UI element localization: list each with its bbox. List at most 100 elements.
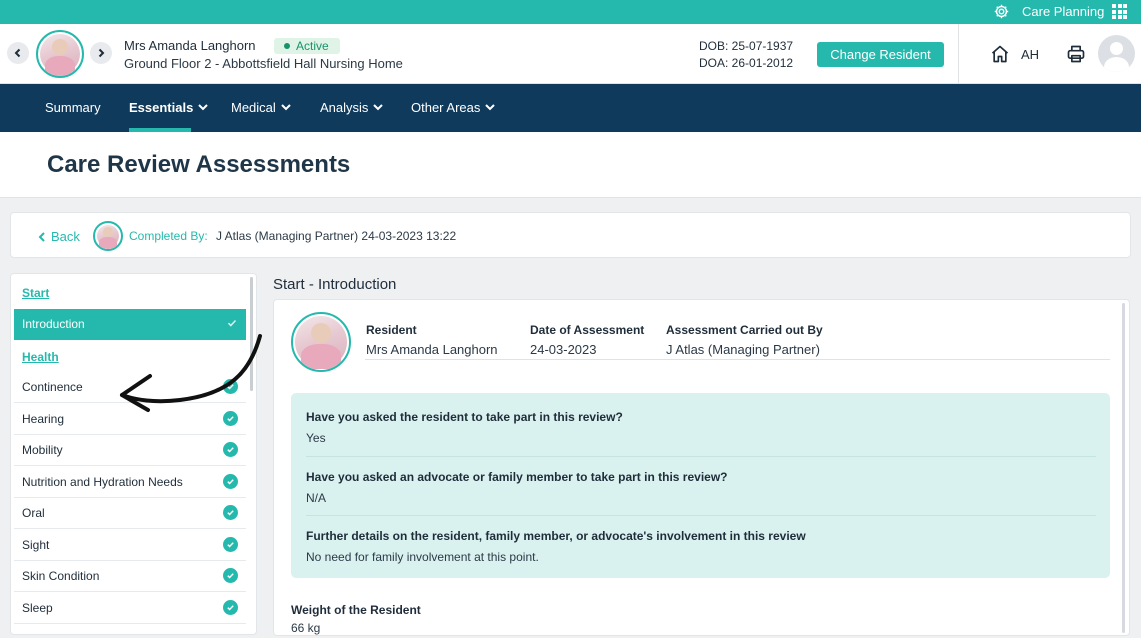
- section-item-oral[interactable]: Oral: [14, 498, 246, 529]
- next-resident-button[interactable]: [90, 42, 112, 64]
- answer-text: No need for family involvement at this p…: [306, 550, 539, 564]
- nav-other-areas-label: Other Areas: [411, 100, 481, 115]
- section-item-label: Introduction: [22, 317, 85, 331]
- main-nav: Summary Essentials Medical Analysis Othe…: [0, 84, 1141, 132]
- apps-grid-icon[interactable]: [1112, 4, 1127, 19]
- date-of-admission: DOA: 26-01-2012: [699, 56, 794, 70]
- check-circle-icon: [223, 442, 238, 457]
- section-heading-health[interactable]: Health: [22, 350, 59, 364]
- question-block: Further details on the resident, family …: [306, 529, 1096, 564]
- section-item-mobility[interactable]: Mobility: [14, 435, 246, 466]
- nav-summary[interactable]: Summary: [45, 100, 101, 115]
- header-divider: [958, 24, 959, 84]
- section-heading-start[interactable]: Start: [22, 286, 49, 300]
- info-label: Assessment Carried out By: [666, 323, 823, 337]
- nav-essentials-label: Essentials: [129, 100, 194, 115]
- check-icon: [227, 319, 237, 327]
- nav-medical[interactable]: Medical: [231, 100, 291, 115]
- resident-location: Ground Floor 2 - Abbottsfield Hall Nursi…: [124, 56, 403, 71]
- weight-answer: 66 kg: [291, 621, 321, 635]
- resident-name: Mrs Amanda Langhorn: [124, 38, 256, 53]
- question-block: Have you asked an advocate or family mem…: [306, 470, 1096, 505]
- answer-text: Yes: [306, 431, 326, 445]
- answer-text: N/A: [306, 491, 327, 505]
- divider: [306, 515, 1096, 516]
- back-link[interactable]: Back: [38, 229, 80, 244]
- date-of-birth: DOB: 25-07-1937: [699, 39, 794, 53]
- check-circle-icon: [223, 568, 238, 583]
- content-scrollbar[interactable]: [1122, 303, 1125, 633]
- section-item-label: Hearing: [22, 412, 65, 426]
- resident-header: Mrs Amanda Langhorn Active Ground Floor …: [0, 24, 1141, 84]
- question-text: Have you asked an advocate or family mem…: [306, 470, 728, 484]
- title-band: Care Review Assessments: [0, 132, 1141, 198]
- section-item-label: Nutrition and Hydration Needs: [22, 475, 183, 489]
- section-item-label: Continence: [22, 380, 83, 394]
- annotation-arrow: [120, 334, 262, 412]
- section-item-nutrition[interactable]: Nutrition and Hydration Needs: [14, 467, 246, 498]
- divider: [365, 359, 1110, 360]
- completed-by-value: J Atlas (Managing Partner) 24-03-2023 13…: [216, 229, 457, 243]
- resident-avatar: [36, 30, 84, 78]
- nav-summary-label: Summary: [45, 100, 101, 115]
- info-label: Date of Assessment: [530, 323, 645, 337]
- status-badge: Active: [274, 38, 340, 54]
- check-circle-icon: [223, 505, 238, 520]
- check-circle-icon: [223, 474, 238, 489]
- user-avatar[interactable]: [1098, 35, 1135, 72]
- section-title: Start - Introduction: [273, 276, 397, 293]
- section-item-label: Oral: [22, 506, 45, 520]
- chevron-down-icon: [198, 104, 209, 111]
- nav-analysis[interactable]: Analysis: [320, 100, 384, 115]
- nav-analysis-label: Analysis: [320, 100, 369, 115]
- app-name[interactable]: Care Planning: [1022, 4, 1104, 19]
- nav-other-areas[interactable]: Other Areas: [411, 100, 496, 115]
- check-circle-icon: [223, 600, 238, 615]
- resident-photo: [291, 312, 351, 372]
- section-item-sight[interactable]: Sight: [14, 530, 246, 561]
- chevron-down-icon: [281, 104, 291, 111]
- section-item-label: Mobility: [22, 443, 63, 457]
- home-icon[interactable]: [990, 44, 1010, 64]
- question-text: Further details on the resident, family …: [306, 529, 806, 543]
- top-bar: Care Planning: [0, 0, 1141, 24]
- question-block: Have you asked the resident to take part…: [306, 410, 1096, 445]
- nav-medical-label: Medical: [231, 100, 276, 115]
- status-dot: [284, 43, 290, 49]
- chevron-down-icon: [373, 104, 384, 111]
- completed-by-avatar: [93, 221, 123, 251]
- section-item-label: Sight: [22, 538, 50, 552]
- user-initials[interactable]: AH: [1021, 47, 1039, 62]
- chevron-left-icon: [38, 231, 45, 242]
- info-value: J Atlas (Managing Partner): [666, 342, 820, 357]
- back-label: Back: [51, 229, 80, 244]
- chevron-right-icon: [98, 48, 105, 58]
- review-questions-panel: Have you asked the resident to take part…: [291, 393, 1110, 578]
- section-item-label: Sleep: [22, 601, 53, 615]
- chevron-left-icon: [14, 48, 21, 58]
- section-item-label: Skin Condition: [22, 569, 100, 583]
- info-value: Mrs Amanda Langhorn: [366, 342, 498, 357]
- change-resident-button[interactable]: Change Resident: [817, 42, 944, 67]
- section-list: Start Introduction Health Continence Hea…: [10, 273, 257, 635]
- info-date: Date of Assessment 24-03-2023: [530, 323, 644, 357]
- question-text: Have you asked the resident to take part…: [306, 410, 623, 424]
- assessment-content: Resident Mrs Amanda Langhorn Date of Ass…: [273, 299, 1130, 636]
- status-label: Active: [296, 39, 329, 53]
- chevron-down-icon: [485, 104, 496, 111]
- info-value: 24-03-2023: [530, 342, 597, 357]
- print-icon[interactable]: [1066, 44, 1086, 64]
- divider: [306, 456, 1096, 457]
- info-resident: Resident Mrs Amanda Langhorn: [366, 323, 498, 357]
- assessment-meta-bar: Back Completed By: J Atlas (Managing Par…: [10, 212, 1131, 258]
- completed-by-label: Completed By:: [129, 229, 208, 243]
- weight-question: Weight of the Resident: [291, 603, 421, 617]
- gear-icon[interactable]: [993, 3, 1010, 20]
- section-item-sleep[interactable]: Sleep: [14, 593, 246, 624]
- section-item-skin-condition[interactable]: Skin Condition: [14, 561, 246, 592]
- check-circle-icon: [223, 537, 238, 552]
- nav-essentials[interactable]: Essentials: [129, 100, 209, 115]
- info-assessor: Assessment Carried out By J Atlas (Manag…: [666, 323, 823, 357]
- previous-resident-button[interactable]: [7, 42, 29, 64]
- page-title: Care Review Assessments: [47, 151, 351, 178]
